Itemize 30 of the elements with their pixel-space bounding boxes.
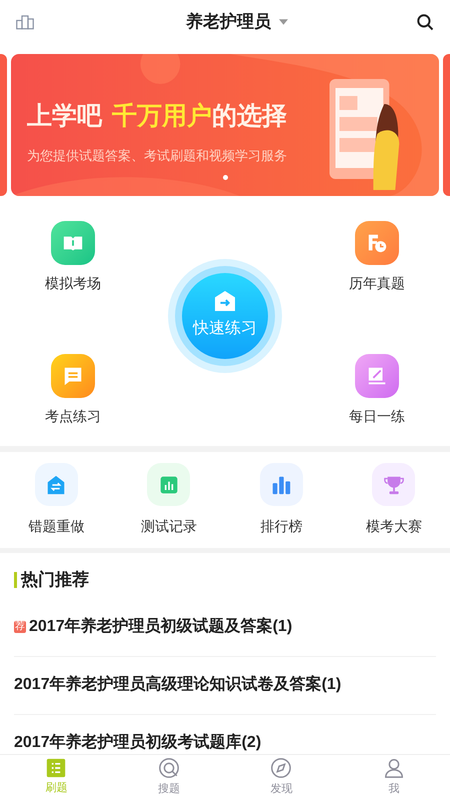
tool-button[interactable]: 测试记录 [112,463,225,537]
message-icon [62,365,84,387]
house-arrow-icon [214,291,236,311]
banner-subtitle: 为您提供试题答案、考试刷题和视频学习服务 [27,146,288,164]
feature-button[interactable]: 模拟考场 [28,221,118,294]
tool-button[interactable]: 模考大赛 [338,463,450,537]
article-link[interactable]: 2017年养老护理员高级理论知识试卷及答案(1) [14,675,342,695]
swap-icon [45,474,68,496]
search-icon[interactable] [416,13,434,31]
feature-button[interactable]: 考点练习 [28,354,118,427]
section-marker [14,572,17,588]
notebook-pen-icon [366,365,388,387]
banner-headline: 上学吧 千万用户的选择 [27,101,288,132]
article-link[interactable]: 2017年养老护理员初级考试题库(2) [14,733,262,753]
list-icon [46,758,66,778]
user-icon [382,757,405,780]
tool-button[interactable]: 错题重做 [0,463,112,537]
title-dropdown[interactable]: 养老护理员 [186,9,288,35]
calendar-clock-icon [366,232,388,254]
feature-button[interactable]: 历年真题 [332,221,422,294]
buildings-icon[interactable] [16,14,34,30]
caret-icon [279,19,288,25]
search-icon [158,757,180,780]
chart-icon [158,474,179,494]
article-link[interactable]: 2017年养老护理员初级试题及答案(1) [29,617,292,637]
compass-icon [270,757,292,780]
section-title: 热门推荐 [21,569,89,591]
tool-button[interactable]: 排行榜 [225,463,338,537]
feature-button[interactable]: 每日一练 [332,354,422,427]
recommend-badge: 荐 [14,621,26,633]
